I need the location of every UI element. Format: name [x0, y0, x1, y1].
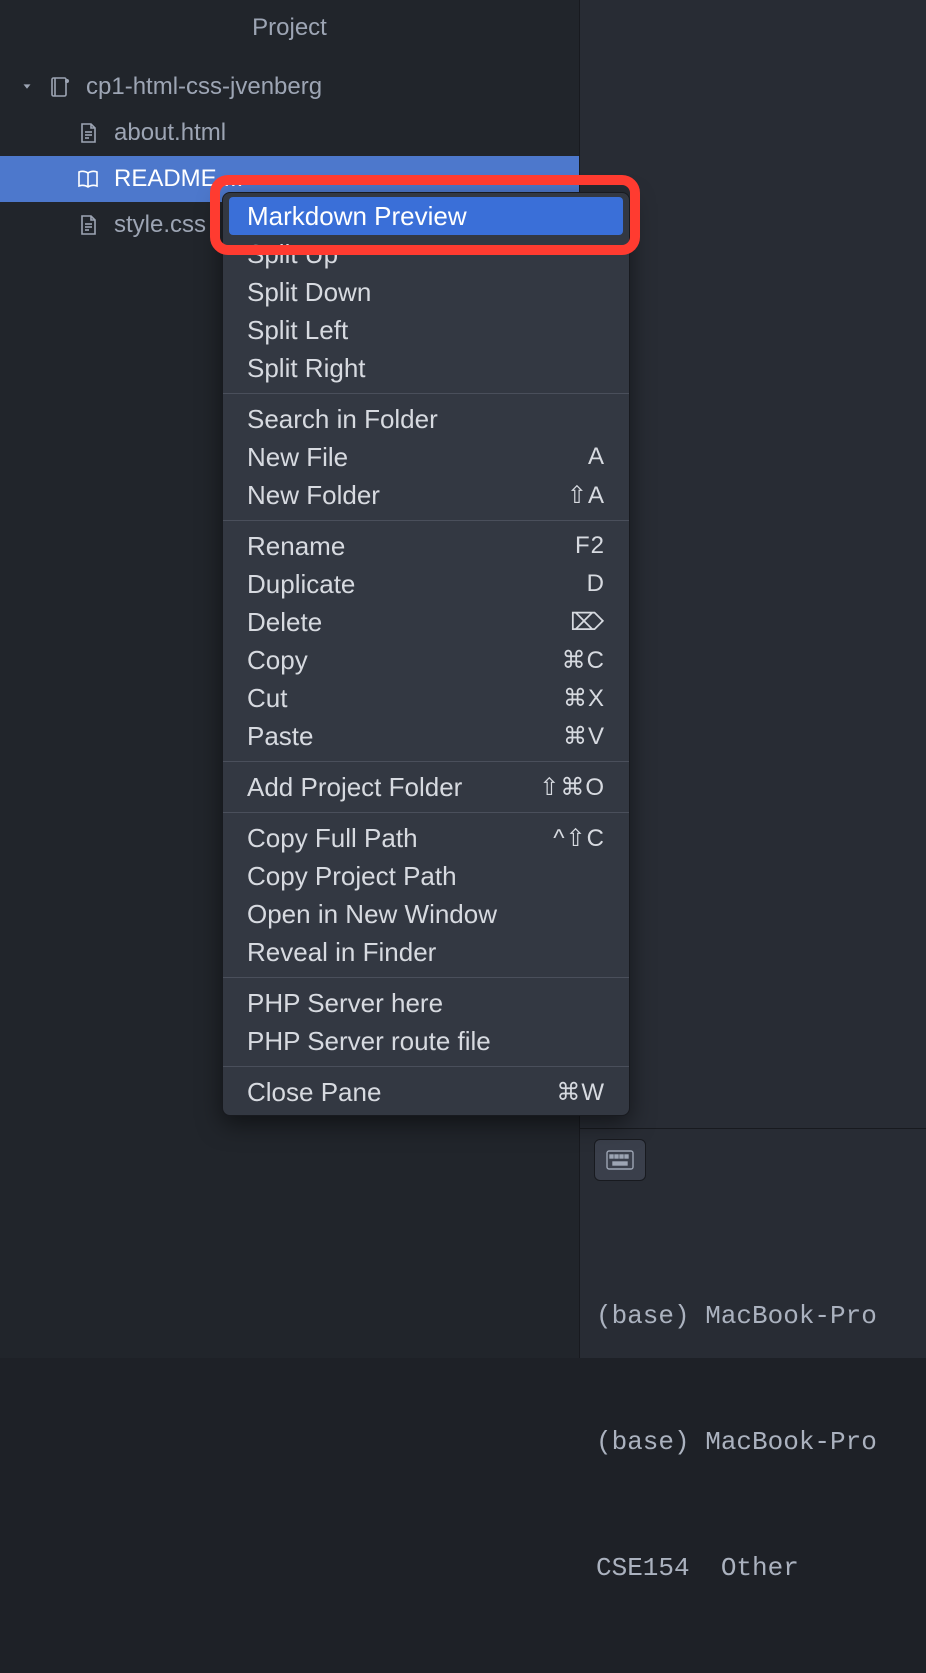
- menu-item-label: Paste: [247, 721, 314, 752]
- tree-root-row[interactable]: cp1-html-css-jvenberg: [0, 64, 579, 110]
- menu-item-duplicate[interactable]: Duplicate D: [223, 565, 629, 603]
- terminal-output[interactable]: (base) MacBook-Pro (base) MacBook-Pro CS…: [580, 1191, 926, 1673]
- terminal-toolbar: [580, 1129, 926, 1191]
- menu-item-label: Reveal in Finder: [247, 937, 436, 968]
- menu-separator: [223, 520, 629, 521]
- file-icon: [76, 213, 100, 237]
- file-label: about.html: [114, 119, 226, 147]
- menu-item-label: Markdown Preview: [247, 201, 467, 232]
- menu-item-label: PHP Server here: [247, 988, 443, 1019]
- menu-item-label: Split Up: [247, 239, 338, 270]
- menu-item-label: Search in Folder: [247, 404, 438, 435]
- menu-item-shortcut: A: [588, 443, 605, 471]
- menu-item-rename[interactable]: Rename F2: [223, 527, 629, 565]
- menu-item-label: Duplicate: [247, 569, 355, 600]
- menu-item-label: Copy Full Path: [247, 823, 418, 854]
- menu-item-label: Split Right: [247, 353, 366, 384]
- menu-item-shortcut: ⌘X: [563, 684, 605, 713]
- menu-item-label: Copy: [247, 645, 308, 676]
- menu-item-shortcut: ⌘W: [556, 1078, 605, 1107]
- menu-item-split-right[interactable]: Split Right: [223, 349, 629, 387]
- menu-item-shortcut: ^⇧C: [553, 824, 605, 853]
- menu-separator: [223, 761, 629, 762]
- menu-item-shortcut: ⌘C: [562, 646, 605, 675]
- menu-item-split-up[interactable]: Split Up: [223, 235, 629, 273]
- file-label: style.css: [114, 211, 206, 239]
- terminal-panel: (base) MacBook-Pro (base) MacBook-Pro CS…: [580, 1128, 926, 1358]
- menu-item-shortcut: F2: [575, 532, 605, 560]
- tree-file-about[interactable]: about.html: [0, 110, 579, 156]
- terminal-line: CSE154 Other: [596, 1547, 910, 1589]
- menu-item-reveal-in-finder[interactable]: Reveal in Finder: [223, 933, 629, 971]
- menu-item-paste[interactable]: Paste ⌘V: [223, 717, 629, 755]
- panel-title: Project: [0, 0, 579, 60]
- terminal-line: (base) MacBook-Pro: [596, 1421, 910, 1463]
- menu-item-label: Split Down: [247, 277, 371, 308]
- menu-item-shortcut: ⌦: [570, 608, 605, 637]
- context-menu: Markdown Preview Split Up Split Down Split …: [222, 192, 630, 1116]
- menu-item-add-project-folder[interactable]: Add Project Folder ⇧⌘O: [223, 768, 629, 806]
- menu-item-copy[interactable]: Copy ⌘C: [223, 641, 629, 679]
- menu-item-shortcut: ⇧A: [567, 481, 605, 510]
- root-label: cp1-html-css-jvenberg: [86, 73, 322, 101]
- menu-item-new-folder[interactable]: New Folder ⇧A: [223, 476, 629, 514]
- menu-item-copy-project-path[interactable]: Copy Project Path: [223, 857, 629, 895]
- file-label: README ...: [114, 165, 243, 193]
- menu-item-shortcut: ⌘V: [563, 722, 605, 751]
- menu-item-php-server-route-file[interactable]: PHP Server route file: [223, 1022, 629, 1060]
- menu-item-close-pane[interactable]: Close Pane ⌘W: [223, 1073, 629, 1111]
- file-icon: [76, 121, 100, 145]
- editor-area: (base) MacBook-Pro (base) MacBook-Pro CS…: [580, 0, 926, 1358]
- keyboard-button[interactable]: [594, 1139, 646, 1181]
- menu-item-markdown-preview[interactable]: Markdown Preview: [229, 197, 623, 235]
- menu-item-shortcut: D: [587, 570, 605, 598]
- menu-item-label: PHP Server route file: [247, 1026, 491, 1057]
- menu-separator: [223, 812, 629, 813]
- menu-item-split-down[interactable]: Split Down: [223, 273, 629, 311]
- chevron-down-icon: [20, 80, 34, 94]
- menu-item-label: Open in New Window: [247, 899, 497, 930]
- menu-item-search-in-folder[interactable]: Search in Folder: [223, 400, 629, 438]
- repo-icon: [48, 75, 72, 99]
- menu-item-label: Cut: [247, 683, 287, 714]
- terminal-line: (base) MacBook-Pro: [596, 1295, 910, 1337]
- menu-separator: [223, 1066, 629, 1067]
- menu-item-label: Add Project Folder: [247, 772, 462, 803]
- menu-item-label: New Folder: [247, 480, 380, 511]
- menu-separator: [223, 977, 629, 978]
- menu-item-php-server-here[interactable]: PHP Server here: [223, 984, 629, 1022]
- menu-item-label: New File: [247, 442, 348, 473]
- menu-item-new-file[interactable]: New File A: [223, 438, 629, 476]
- menu-item-label: Rename: [247, 531, 345, 562]
- menu-item-label: Copy Project Path: [247, 861, 457, 892]
- menu-item-label: Close Pane: [247, 1077, 381, 1108]
- menu-item-copy-full-path[interactable]: Copy Full Path ^⇧C: [223, 819, 629, 857]
- menu-item-split-left[interactable]: Split Left: [223, 311, 629, 349]
- menu-item-open-in-new-window[interactable]: Open in New Window: [223, 895, 629, 933]
- menu-item-shortcut: ⇧⌘O: [539, 773, 605, 802]
- menu-separator: [223, 393, 629, 394]
- menu-item-delete[interactable]: Delete ⌦: [223, 603, 629, 641]
- book-icon: [76, 167, 100, 191]
- menu-item-cut[interactable]: Cut ⌘X: [223, 679, 629, 717]
- menu-item-label: Delete: [247, 607, 322, 638]
- menu-item-label: Split Left: [247, 315, 348, 346]
